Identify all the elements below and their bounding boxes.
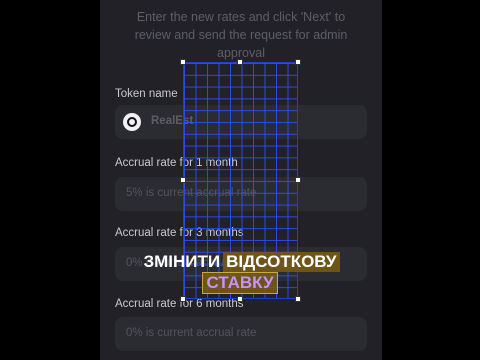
token-logo-icon: [123, 113, 141, 131]
rate-6-months-input[interactable]: 0% is current accrual rate: [115, 317, 367, 351]
caption-word-1: ЗМІНИТИ: [143, 252, 221, 271]
resize-handle-bottom[interactable]: [237, 296, 243, 302]
caption-word-3: СТАВКУ: [202, 272, 278, 294]
caption-line-1: ЗМІНИТИ ВІДСОТКОВУ: [0, 252, 480, 272]
resize-handle-bottom-right[interactable]: [295, 296, 301, 302]
token-name-label: Token name: [115, 88, 178, 100]
instructions-text: Enter the new rates and click 'Next' to …: [134, 10, 348, 60]
resize-handle-top[interactable]: [237, 59, 243, 65]
rate-6-months-placeholder: 0% is current accrual rate: [126, 327, 257, 339]
resize-handle-left[interactable]: [180, 177, 186, 183]
resize-handle-bottom-left[interactable]: [180, 296, 186, 302]
resize-handle-top-right[interactable]: [295, 59, 301, 65]
caption-line-2: СТАВКУ: [0, 272, 480, 294]
resize-handle-right[interactable]: [295, 177, 301, 183]
resize-handle-top-left[interactable]: [180, 59, 186, 65]
caption-word-2: ВІДСОТКОВУ: [223, 252, 340, 272]
